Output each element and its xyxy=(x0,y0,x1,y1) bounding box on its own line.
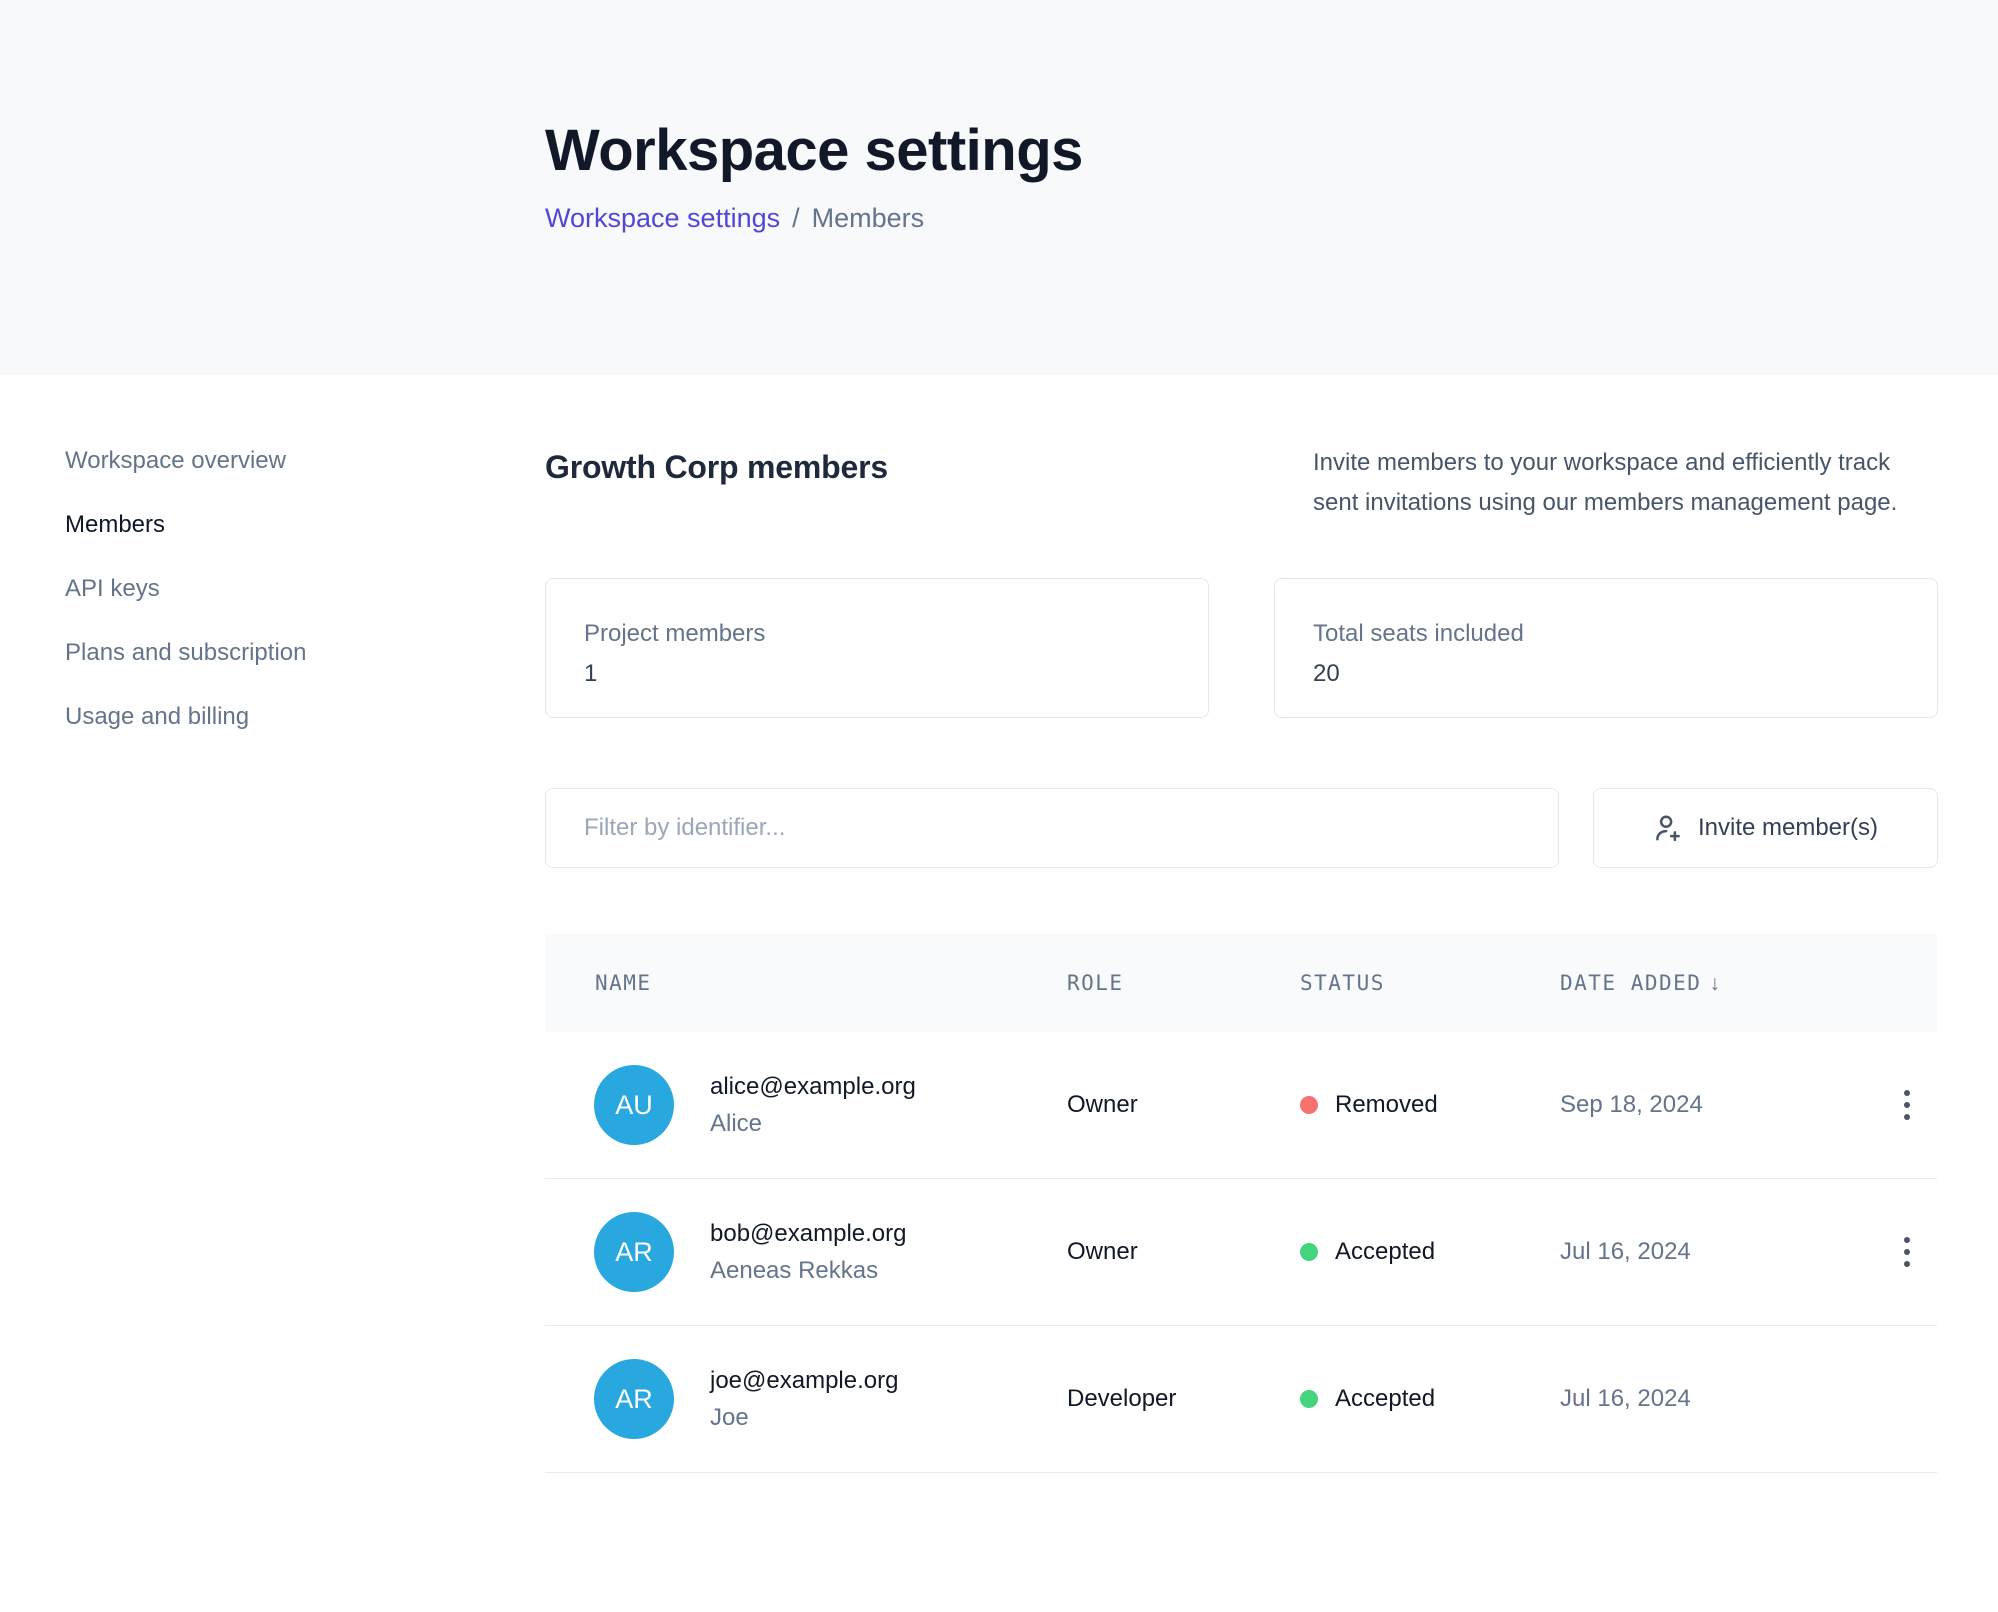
member-name: Alice xyxy=(710,1110,916,1138)
filter-row: Invite member(s) xyxy=(545,788,1938,868)
sidebar-item-usage-and-billing[interactable]: Usage and billing xyxy=(65,705,249,729)
member-status-label: Removed xyxy=(1335,1091,1438,1119)
members-table: NAME ROLE STATUS DATE ADDED↓ AU alice@ex… xyxy=(545,934,1937,1473)
page-header: Workspace settings Workspace settings / … xyxy=(0,0,1998,375)
invite-members-button[interactable]: Invite member(s) xyxy=(1593,788,1938,868)
member-email: alice@example.org xyxy=(710,1073,916,1101)
member-date-added: Jul 16, 2024 xyxy=(1560,1385,1876,1413)
avatar: AU xyxy=(594,1065,674,1145)
member-name-cell: AR joe@example.org Joe xyxy=(545,1359,1067,1439)
breadcrumb-separator: / xyxy=(792,203,800,234)
breadcrumb-workspace-settings-link[interactable]: Workspace settings xyxy=(545,203,780,234)
member-date-added: Sep 18, 2024 xyxy=(1560,1091,1876,1119)
members-intro: Growth Corp members Invite members to yo… xyxy=(545,449,1938,523)
status-dot-icon xyxy=(1300,1390,1318,1408)
member-status-label: Accepted xyxy=(1335,1238,1435,1266)
content-layout: Workspace overview Members API keys Plan… xyxy=(0,375,1998,1473)
table-row: AR bob@example.org Aeneas Rekkas Owner A… xyxy=(545,1179,1937,1326)
sort-descending-icon: ↓ xyxy=(1709,972,1720,995)
user-plus-icon xyxy=(1653,813,1683,843)
filter-input[interactable] xyxy=(545,788,1559,868)
table-row: AR joe@example.org Joe Developer Accepte… xyxy=(545,1326,1937,1473)
column-header-name[interactable]: NAME xyxy=(545,971,1067,995)
page-title: Workspace settings xyxy=(545,0,1998,185)
stat-card-project-members: Project members 1 xyxy=(545,578,1209,718)
stat-label: Total seats included xyxy=(1313,620,1937,648)
members-description: Invite members to your workspace and eff… xyxy=(1313,443,1938,523)
stat-label: Project members xyxy=(584,620,1208,648)
invite-members-button-label: Invite member(s) xyxy=(1698,814,1878,842)
stat-cards: Project members 1 Total seats included 2… xyxy=(545,578,1938,718)
members-panel: Growth Corp members Invite members to yo… xyxy=(545,375,1938,1473)
member-email: bob@example.org xyxy=(710,1220,906,1248)
member-date-added: Jul 16, 2024 xyxy=(1560,1238,1876,1266)
member-status: Accepted xyxy=(1300,1385,1560,1413)
member-role: Owner xyxy=(1067,1238,1300,1266)
member-status-label: Accepted xyxy=(1335,1385,1435,1413)
member-name-cell: AU alice@example.org Alice xyxy=(545,1065,1067,1145)
avatar: AR xyxy=(594,1212,674,1292)
member-role: Developer xyxy=(1067,1385,1300,1413)
column-header-role[interactable]: ROLE xyxy=(1067,971,1300,995)
stat-card-total-seats: Total seats included 20 xyxy=(1274,578,1938,718)
member-status: Accepted xyxy=(1300,1238,1560,1266)
sidebar-item-workspace-overview[interactable]: Workspace overview xyxy=(65,449,286,473)
status-dot-icon xyxy=(1300,1096,1318,1114)
member-name: Joe xyxy=(710,1404,898,1432)
sidebar-item-plans-and-subscription[interactable]: Plans and subscription xyxy=(65,641,306,665)
breadcrumb: Workspace settings / Members xyxy=(545,203,1998,234)
member-role: Owner xyxy=(1067,1091,1300,1119)
row-menu-kebab-icon[interactable] xyxy=(1896,1082,1918,1128)
member-status: Removed xyxy=(1300,1091,1560,1119)
sidebar-item-members[interactable]: Members xyxy=(65,513,165,537)
stat-value: 1 xyxy=(584,660,1208,688)
table-header-row: NAME ROLE STATUS DATE ADDED↓ xyxy=(545,934,1937,1032)
row-menu-kebab-icon[interactable] xyxy=(1896,1229,1918,1275)
column-header-date-added[interactable]: DATE ADDED↓ xyxy=(1560,971,1876,996)
stat-value: 20 xyxy=(1313,660,1937,688)
settings-sidebar: Workspace overview Members API keys Plan… xyxy=(0,375,545,1473)
members-heading: Growth Corp members xyxy=(545,449,888,523)
table-row: AU alice@example.org Alice Owner Removed… xyxy=(545,1032,1937,1179)
breadcrumb-current: Members xyxy=(812,203,925,234)
status-dot-icon xyxy=(1300,1243,1318,1261)
sidebar-item-api-keys[interactable]: API keys xyxy=(65,577,160,601)
member-name-cell: AR bob@example.org Aeneas Rekkas xyxy=(545,1212,1067,1292)
column-header-status[interactable]: STATUS xyxy=(1300,971,1560,995)
avatar: AR xyxy=(594,1359,674,1439)
member-name: Aeneas Rekkas xyxy=(710,1257,906,1285)
member-email: joe@example.org xyxy=(710,1367,898,1395)
